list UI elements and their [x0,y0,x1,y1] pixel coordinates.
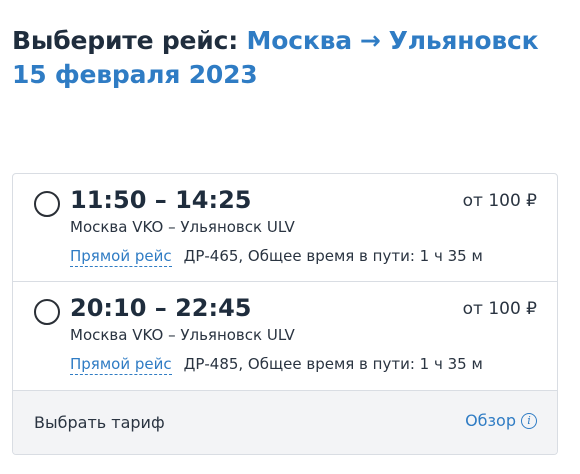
flight-2-times: 20:10 – 22:45 [70,294,252,322]
info-icon: i [521,412,537,429]
flight-option-1[interactable]: 11:50 – 14:25 от 100 ₽ Москва VKO – Улья… [13,174,557,282]
overview-label: Обзор [465,411,516,430]
tariff-footer: Выбрать тариф Обзор i [13,390,557,454]
title-prefix: Выберите рейс: [12,26,239,55]
flight-1-info: ДР-465, Общее время в пути: 1 ч 35 м [183,247,483,265]
flight-2-price: от 100 ₽ [462,299,537,319]
origin-city: Москва [246,26,353,55]
flight-date: 15 февраля 2023 [12,60,258,89]
page-header: Выберите рейс: Москва → Ульяновск 15 февра… [12,24,572,92]
flight-2-info: ДР-485, Общее время в пути: 1 ч 35 м [183,355,483,373]
flight-1-route: Москва VKO – Ульяновск ULV [70,218,295,236]
destination-city: Ульяновск [388,26,539,55]
flight-2-direct-link[interactable]: Прямой рейс [70,355,172,375]
arrow-right-icon: → [359,26,381,55]
flight-option-2[interactable]: 20:10 – 22:45 от 100 ₽ Москва VKO – Улья… [13,282,557,390]
flight-2-radio[interactable] [34,299,60,325]
flight-1-direct-link[interactable]: Прямой рейс [70,247,172,267]
page-title: Выберите рейс: Москва → Ульяновск [12,24,572,58]
flight-2-details: Прямой рейс ДР-485, Общее время в пути: 1… [70,355,483,375]
flight-1-times: 11:50 – 14:25 [70,186,252,214]
select-tariff-label: Выбрать тариф [34,413,165,432]
flight-2-route: Москва VKO – Ульяновск ULV [70,326,295,344]
flight-1-details: Прямой рейс ДР-465, Общее время в пути: 1… [70,247,483,267]
flight-1-radio[interactable] [34,191,60,217]
flight-1-price: от 100 ₽ [462,191,537,211]
overview-link[interactable]: Обзор i [465,411,537,430]
flights-card: 11:50 – 14:25 от 100 ₽ Москва VKO – Улья… [12,173,558,455]
